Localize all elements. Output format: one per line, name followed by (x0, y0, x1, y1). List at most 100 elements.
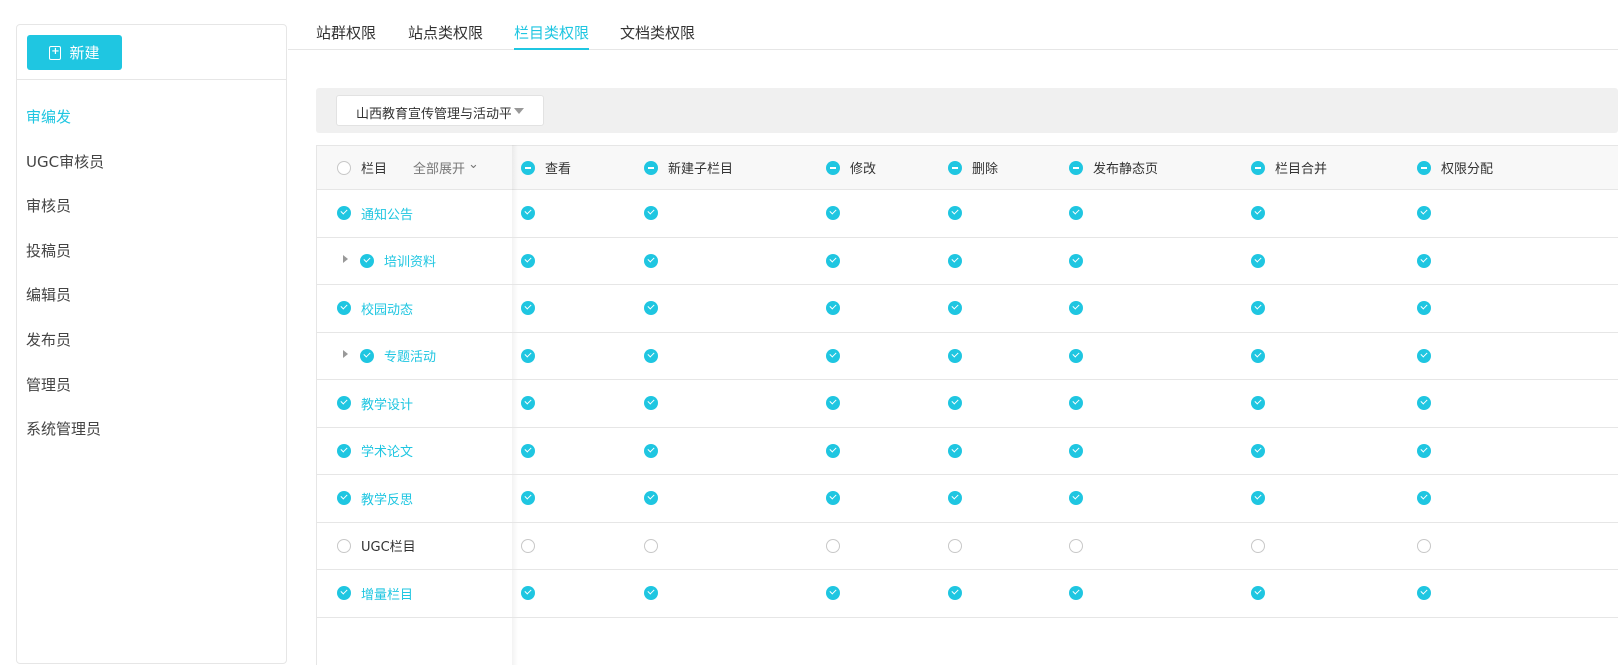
permission-checkbox[interactable] (948, 301, 962, 316)
permission-checkbox[interactable] (644, 396, 658, 411)
permission-checkbox[interactable] (1417, 206, 1431, 221)
sidebar-item[interactable]: UGC审核员 (26, 148, 104, 193)
row-checkbox[interactable] (337, 396, 351, 411)
row-checkbox[interactable] (337, 538, 351, 553)
permission-checkbox[interactable] (1069, 253, 1083, 268)
permission-checkbox[interactable] (644, 538, 658, 553)
sidebar-item[interactable]: 系统管理员 (26, 415, 104, 460)
permission-checkbox[interactable] (948, 586, 962, 601)
permission-checkbox[interactable] (1069, 443, 1083, 458)
permission-toggle-checkbox[interactable] (826, 160, 840, 175)
sidebar-item[interactable]: 发布员 (26, 326, 104, 371)
permission-checkbox[interactable] (1417, 301, 1431, 316)
permission-checkbox[interactable] (948, 348, 962, 363)
permission-checkbox[interactable] (1069, 538, 1083, 553)
permission-checkbox[interactable] (1251, 443, 1265, 458)
permission-checkbox[interactable] (644, 301, 658, 316)
permission-checkbox[interactable] (521, 206, 535, 221)
permission-toggle-checkbox[interactable] (644, 160, 658, 175)
permission-checkbox[interactable] (826, 443, 840, 458)
permission-checkbox[interactable] (1251, 253, 1265, 268)
permission-checkbox[interactable] (1069, 396, 1083, 411)
permission-cell (1069, 190, 1083, 237)
tab-0[interactable]: 站群权限 (316, 22, 376, 50)
tab-3[interactable]: 文档类权限 (620, 22, 695, 50)
permission-checkbox[interactable] (1251, 396, 1265, 411)
permission-checkbox[interactable] (1251, 491, 1265, 506)
site-select[interactable]: 山西教育宣传管理与活动平 (336, 95, 544, 126)
row-checkbox[interactable] (360, 348, 374, 363)
permission-checkbox[interactable] (948, 538, 962, 553)
permission-checkbox[interactable] (521, 443, 535, 458)
permission-checkbox[interactable] (1069, 586, 1083, 601)
sidebar-item[interactable]: 管理员 (26, 371, 104, 416)
permission-checkbox[interactable] (644, 253, 658, 268)
permission-checkbox[interactable] (826, 348, 840, 363)
permission-checkbox[interactable] (521, 491, 535, 506)
permission-checkbox[interactable] (1251, 348, 1265, 363)
tab-2[interactable]: 栏目类权限 (514, 22, 590, 50)
permission-checkbox[interactable] (1069, 206, 1083, 221)
permission-checkbox[interactable] (826, 491, 840, 506)
expand-arrow-icon[interactable] (343, 349, 352, 358)
permission-checkbox[interactable] (521, 586, 535, 601)
row-checkbox[interactable] (337, 301, 351, 316)
new-role-button[interactable]: + 新建 (27, 35, 122, 70)
permission-cell (1251, 333, 1265, 380)
sidebar-item[interactable]: 编辑员 (26, 281, 104, 326)
permission-checkbox[interactable] (826, 396, 840, 411)
permission-checkbox[interactable] (948, 443, 962, 458)
sidebar-item[interactable]: 审核员 (26, 192, 104, 237)
permission-toggle-checkbox[interactable] (948, 160, 962, 175)
permission-checkbox[interactable] (826, 253, 840, 268)
row-checkbox[interactable] (337, 586, 351, 601)
row-checkbox[interactable] (337, 491, 351, 506)
permission-checkbox[interactable] (826, 301, 840, 316)
permission-checkbox[interactable] (644, 586, 658, 601)
permission-checkbox[interactable] (1417, 396, 1431, 411)
permission-checkbox[interactable] (521, 253, 535, 268)
permission-checkbox[interactable] (1069, 301, 1083, 316)
permission-toggle-checkbox[interactable] (521, 160, 535, 175)
permission-checkbox[interactable] (644, 348, 658, 363)
permission-checkbox[interactable] (948, 206, 962, 221)
permission-checkbox[interactable] (1417, 538, 1431, 553)
sidebar-item[interactable]: 审编发 (26, 103, 104, 148)
permission-checkbox[interactable] (521, 396, 535, 411)
permission-checkbox[interactable] (521, 348, 535, 363)
permission-checkbox[interactable] (644, 491, 658, 506)
permission-checkbox[interactable] (1417, 443, 1431, 458)
permission-checkbox[interactable] (826, 586, 840, 601)
permission-checkbox[interactable] (1251, 206, 1265, 221)
row-checkbox[interactable] (337, 443, 351, 458)
row-checkbox[interactable] (360, 253, 374, 268)
permission-checkbox[interactable] (1251, 301, 1265, 316)
permission-checkbox[interactable] (948, 253, 962, 268)
permission-checkbox[interactable] (1251, 586, 1265, 601)
sidebar-item[interactable]: 投稿员 (26, 237, 104, 282)
permission-toggle-checkbox[interactable] (1251, 160, 1265, 175)
permission-checkbox[interactable] (1417, 348, 1431, 363)
permission-checkbox[interactable] (1417, 586, 1431, 601)
select-all-checkbox[interactable] (337, 160, 351, 175)
permission-checkbox[interactable] (1251, 538, 1265, 553)
permission-checkbox[interactable] (948, 491, 962, 506)
row-checkbox[interactable] (337, 206, 351, 221)
table-row: UGC栏目 (317, 523, 1618, 570)
permission-toggle-checkbox[interactable] (1069, 160, 1083, 175)
permission-checkbox[interactable] (644, 443, 658, 458)
permission-checkbox[interactable] (826, 206, 840, 221)
permission-checkbox[interactable] (1417, 253, 1431, 268)
permission-checkbox[interactable] (521, 538, 535, 553)
tab-1[interactable]: 站点类权限 (408, 22, 483, 50)
permission-checkbox[interactable] (644, 206, 658, 221)
permission-checkbox[interactable] (948, 396, 962, 411)
permission-toggle-checkbox[interactable] (1417, 160, 1431, 175)
permission-checkbox[interactable] (1069, 491, 1083, 506)
expand-arrow-icon[interactable] (343, 254, 352, 263)
expand-all-button[interactable]: 全部展开 (413, 158, 465, 177)
permission-checkbox[interactable] (521, 301, 535, 316)
permission-checkbox[interactable] (1069, 348, 1083, 363)
permission-checkbox[interactable] (826, 538, 840, 553)
permission-checkbox[interactable] (1417, 491, 1431, 506)
